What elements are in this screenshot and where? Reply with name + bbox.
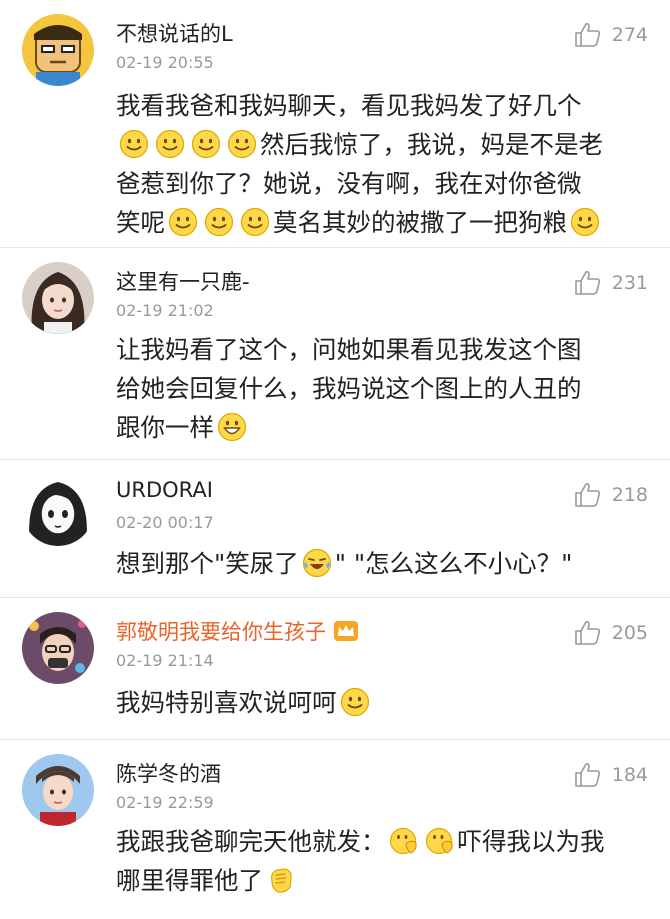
timestamp: 02-19 20:55 [116, 53, 214, 72]
like-count: 218 [611, 484, 648, 506]
comment-item: 郭敬明我要给你生孩子 02-19 21:14 205 我妈特别喜欢说呵呵 [0, 598, 670, 740]
comment-item: 陈学冬的酒 02-19 22:59 184 我跟我爸聊完天他就发： 吓得我以为我 … [0, 740, 670, 919]
comment-item: 不想说话的L 02-19 20:55 274 我看我爸和我妈聊天，看见我妈发了好… [0, 0, 670, 248]
thumbs-up-icon [574, 482, 602, 508]
comment-text: 想到那个"笑尿了 " "怎么这么不小心？" [116, 548, 573, 578]
comment-item: URDORAI 02-20 00:17 218 想到那个"笑尿了 " "怎么这么不… [0, 460, 670, 598]
clap-emoji-icon [266, 865, 296, 895]
avatar[interactable] [22, 262, 94, 334]
like-button[interactable]: 205 [574, 620, 648, 646]
avatar[interactable] [22, 14, 94, 86]
pray-emoji-icon [389, 826, 419, 856]
timestamp: 02-19 21:02 [116, 301, 214, 320]
comment-text: 我妈特别喜欢说呵呵 [116, 683, 648, 722]
comment-text: 我看我爸和我妈聊天，看见我妈发了好几个 然后我惊了，我说，妈是不是老 爸惹到你了… [116, 91, 603, 237]
smile-emoji-icon [340, 687, 370, 717]
like-count: 274 [611, 24, 648, 46]
username[interactable]: 陈学冬的酒 [116, 758, 221, 788]
username[interactable]: 这里有一只鹿- [116, 266, 250, 296]
like-button[interactable]: 274 [574, 22, 648, 48]
comment-item: 这里有一只鹿- 02-19 21:02 231 让我妈看了这个，问她如果看见我发… [0, 248, 670, 460]
comment-text: 我跟我爸聊完天他就发： 吓得我以为我 哪里得罪他了 [116, 826, 605, 895]
avatar[interactable] [22, 474, 94, 546]
like-count: 231 [611, 272, 648, 294]
thumbs-up-icon [574, 270, 602, 296]
thumbs-up-icon [574, 762, 602, 788]
grin-emoji-icon [217, 412, 247, 442]
smile-emoji-icon [119, 129, 149, 159]
username[interactable]: 不想说话的L [116, 18, 233, 48]
thumbs-up-icon [574, 620, 602, 646]
smile-emoji-icon [191, 129, 221, 159]
smile-emoji-icon [155, 129, 185, 159]
smile-emoji-icon [570, 207, 600, 237]
comment-text: 让我妈看了这个，问她如果看见我发这个图 给她会回复什么，我妈说这个图上的人丑的 … [116, 335, 582, 442]
like-count: 184 [611, 764, 648, 786]
laugh-cry-emoji-icon [302, 548, 332, 578]
like-count: 205 [611, 622, 648, 644]
like-button[interactable]: 231 [574, 270, 648, 296]
timestamp: 02-20 00:17 [116, 513, 214, 532]
timestamp: 02-19 21:14 [116, 651, 214, 670]
smile-emoji-icon [240, 207, 270, 237]
smile-emoji-icon [168, 207, 198, 237]
like-button[interactable]: 218 [574, 482, 648, 508]
thumbs-up-icon [574, 22, 602, 48]
timestamp: 02-19 22:59 [116, 793, 214, 812]
crown-icon [334, 621, 358, 641]
pray-emoji-icon [425, 826, 455, 856]
avatar[interactable] [22, 754, 94, 826]
smile-emoji-icon [204, 207, 234, 237]
comment-feed: 不想说话的L 02-19 20:55 274 我看我爸和我妈聊天，看见我妈发了好… [0, 0, 670, 919]
username[interactable]: 郭敬明我要给你生孩子 [116, 616, 358, 646]
smile-emoji-icon [227, 129, 257, 159]
like-button[interactable]: 184 [574, 762, 648, 788]
username[interactable]: URDORAI [116, 478, 213, 502]
avatar[interactable] [22, 612, 94, 684]
